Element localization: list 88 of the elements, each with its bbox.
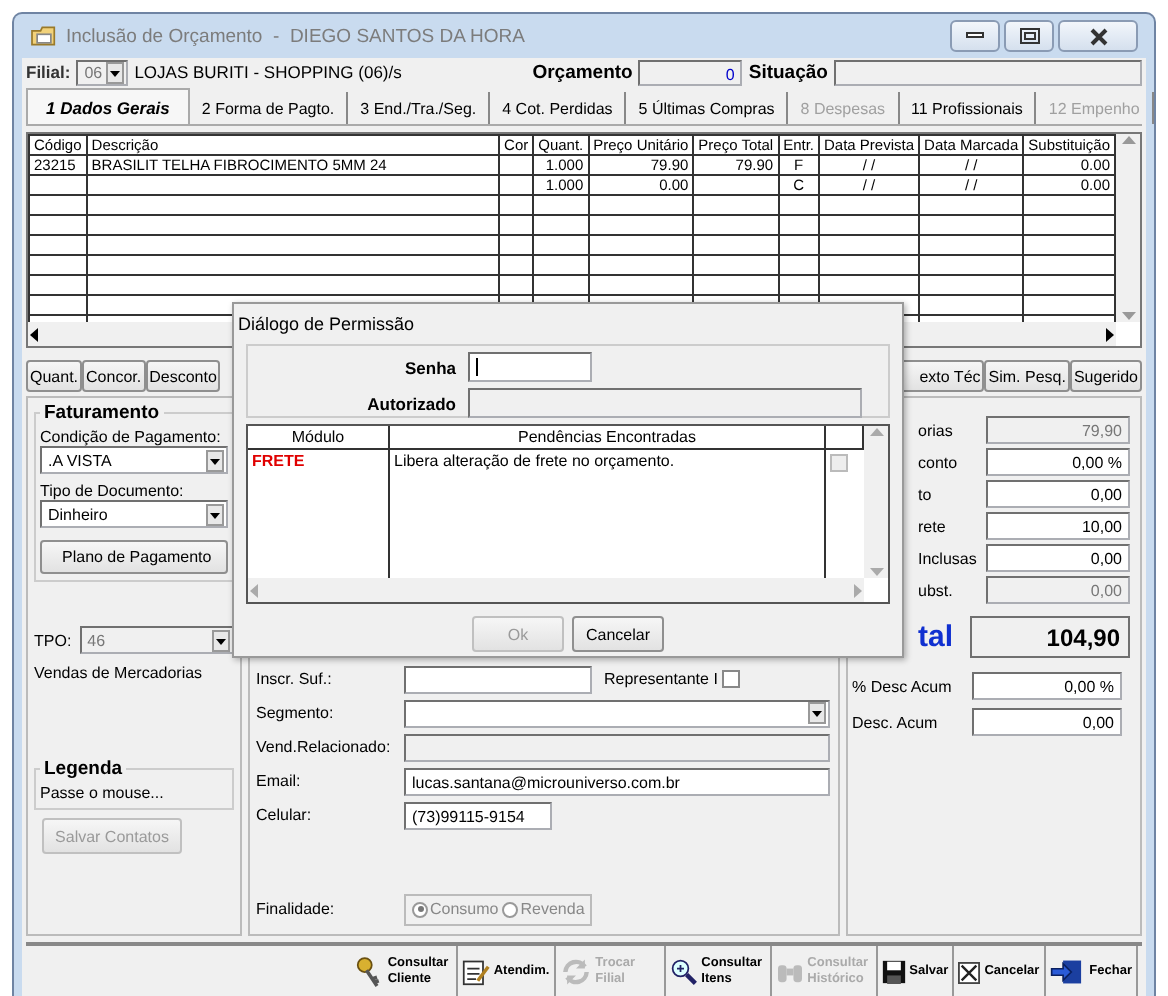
scroll-left-icon[interactable] bbox=[28, 327, 38, 341]
tab[interactable]: 4 Cot. Perdidas bbox=[490, 92, 627, 124]
column-header[interactable]: Módulo bbox=[248, 426, 390, 450]
field-label: Email: bbox=[256, 772, 303, 790]
field-label: Tipo de Documento: bbox=[40, 482, 186, 500]
field-label: TPO: bbox=[34, 631, 72, 649]
amount-field[interactable]: 0,00 % bbox=[986, 448, 1130, 476]
field-label: Autorizado bbox=[365, 393, 458, 413]
column-header[interactable]: Pendências Encontradas bbox=[390, 426, 826, 450]
grid-button[interactable]: Concor. bbox=[82, 360, 146, 392]
tab[interactable]: 2 Forma de Pagto. bbox=[189, 92, 349, 124]
column-header[interactable] bbox=[826, 426, 864, 450]
field-label: Inscr. Suf.: bbox=[256, 670, 334, 688]
amount-field[interactable]: 0,00 bbox=[972, 708, 1122, 736]
binoculars-icon bbox=[775, 960, 804, 984]
window-icon bbox=[30, 24, 58, 48]
group-title: Faturamento bbox=[42, 402, 162, 424]
close-icon bbox=[1089, 27, 1107, 45]
authorized-field[interactable] bbox=[468, 388, 862, 418]
password-field[interactable] bbox=[468, 352, 592, 382]
input-field[interactable] bbox=[404, 733, 830, 761]
store-name: LOJAS BURITI - SHOPPING (06)/s bbox=[134, 62, 404, 82]
amount-field[interactable]: 0,00 bbox=[986, 544, 1130, 572]
grid-button[interactable]: Quant. bbox=[26, 360, 83, 392]
field-label: Vend.Relacionado: bbox=[256, 738, 393, 756]
field-label: Senha bbox=[402, 357, 458, 377]
maximize-button[interactable] bbox=[1004, 20, 1054, 52]
tab[interactable]: 5 Últimas Compras bbox=[626, 92, 789, 124]
refresh-icon bbox=[559, 956, 592, 988]
legend-text: Passe o mouse... bbox=[40, 784, 166, 802]
field-label: Condição de Pagamento: bbox=[40, 428, 223, 446]
cancel-button[interactable]: Cancelar bbox=[572, 616, 664, 652]
field-label: % Desc Acum bbox=[852, 677, 954, 695]
field-label: Celular: bbox=[256, 806, 314, 824]
close-button[interactable] bbox=[1058, 20, 1138, 52]
vertical-scrollbar[interactable] bbox=[1116, 134, 1140, 322]
field-label: Desc. Acum bbox=[852, 713, 940, 731]
budget-label: Orçamento bbox=[532, 61, 633, 83]
field-label: ubst. bbox=[918, 581, 955, 599]
tab[interactable]: 11 Profissionais bbox=[899, 92, 1037, 124]
scroll-up-icon[interactable] bbox=[1121, 134, 1135, 144]
grid-button[interactable]: Sugerido bbox=[1069, 360, 1142, 392]
filial-label: Filial: bbox=[26, 62, 71, 82]
operation-description: Vendas de Mercadorias bbox=[34, 664, 205, 682]
payment-plan-button[interactable]: Plano de Pagamento bbox=[40, 540, 228, 574]
grid-button[interactable]: Desconto bbox=[145, 360, 221, 392]
filial-dropdown[interactable]: 06 bbox=[76, 59, 129, 85]
document-dropdown[interactable]: Dinheiro bbox=[40, 500, 228, 528]
phone-field[interactable]: (73)99115-9154 bbox=[404, 801, 552, 829]
minimize-button[interactable] bbox=[950, 20, 1000, 52]
total-label: tal bbox=[918, 619, 956, 653]
field-label: Inclusas bbox=[918, 549, 979, 567]
total-field: 104,90 bbox=[970, 615, 1130, 657]
dialog-title: Diálogo de Permissão bbox=[238, 312, 415, 338]
grid-button[interactable]: Sim. Pesq. bbox=[984, 360, 1070, 392]
tab[interactable]: 3 End./Tra./Seg. bbox=[348, 92, 491, 124]
amount-field[interactable]: 10,00 bbox=[986, 512, 1130, 540]
status-field[interactable] bbox=[833, 59, 1142, 85]
tpo-dropdown[interactable]: 46 bbox=[79, 626, 234, 654]
checkbox[interactable] bbox=[830, 454, 848, 472]
scroll-down-icon[interactable] bbox=[1121, 312, 1135, 322]
segment-dropdown[interactable] bbox=[404, 699, 830, 727]
budget-field[interactable]: 0 bbox=[638, 59, 743, 85]
field-label: Representante I bbox=[604, 670, 718, 688]
field-label: to bbox=[918, 485, 934, 503]
minimize-icon bbox=[966, 32, 984, 40]
scroll-right-icon[interactable] bbox=[1106, 327, 1116, 341]
field-label: Finalidade: bbox=[256, 900, 337, 918]
search-icon bbox=[669, 958, 698, 986]
status-label: Situação bbox=[748, 61, 828, 83]
cancel-icon bbox=[958, 961, 981, 983]
restore-icon bbox=[1019, 28, 1039, 44]
amount-field[interactable]: 0,00 bbox=[986, 480, 1130, 508]
field-label: rete bbox=[918, 517, 948, 535]
amount-field[interactable]: 0,00 % bbox=[972, 672, 1122, 700]
tab[interactable]: 1 Dados Gerais bbox=[26, 88, 190, 124]
field-label: conto bbox=[918, 453, 960, 471]
email-field[interactable]: lucas.santana@microuniverso.com.br bbox=[404, 767, 830, 795]
field-label: Segmento: bbox=[256, 704, 336, 722]
field-label: orias bbox=[918, 421, 955, 439]
payment-dropdown[interactable]: .A VISTA bbox=[40, 446, 228, 474]
group-title: Legenda bbox=[42, 758, 125, 780]
keys-icon bbox=[355, 956, 384, 988]
input-field[interactable] bbox=[404, 665, 592, 693]
window-title: Inclusão de Orçamento - DIEGO SANTOS DA HORA bbox=[66, 25, 527, 47]
checkbox[interactable] bbox=[721, 670, 740, 688]
exit-icon bbox=[1049, 958, 1086, 986]
notepad-icon bbox=[461, 958, 490, 986]
